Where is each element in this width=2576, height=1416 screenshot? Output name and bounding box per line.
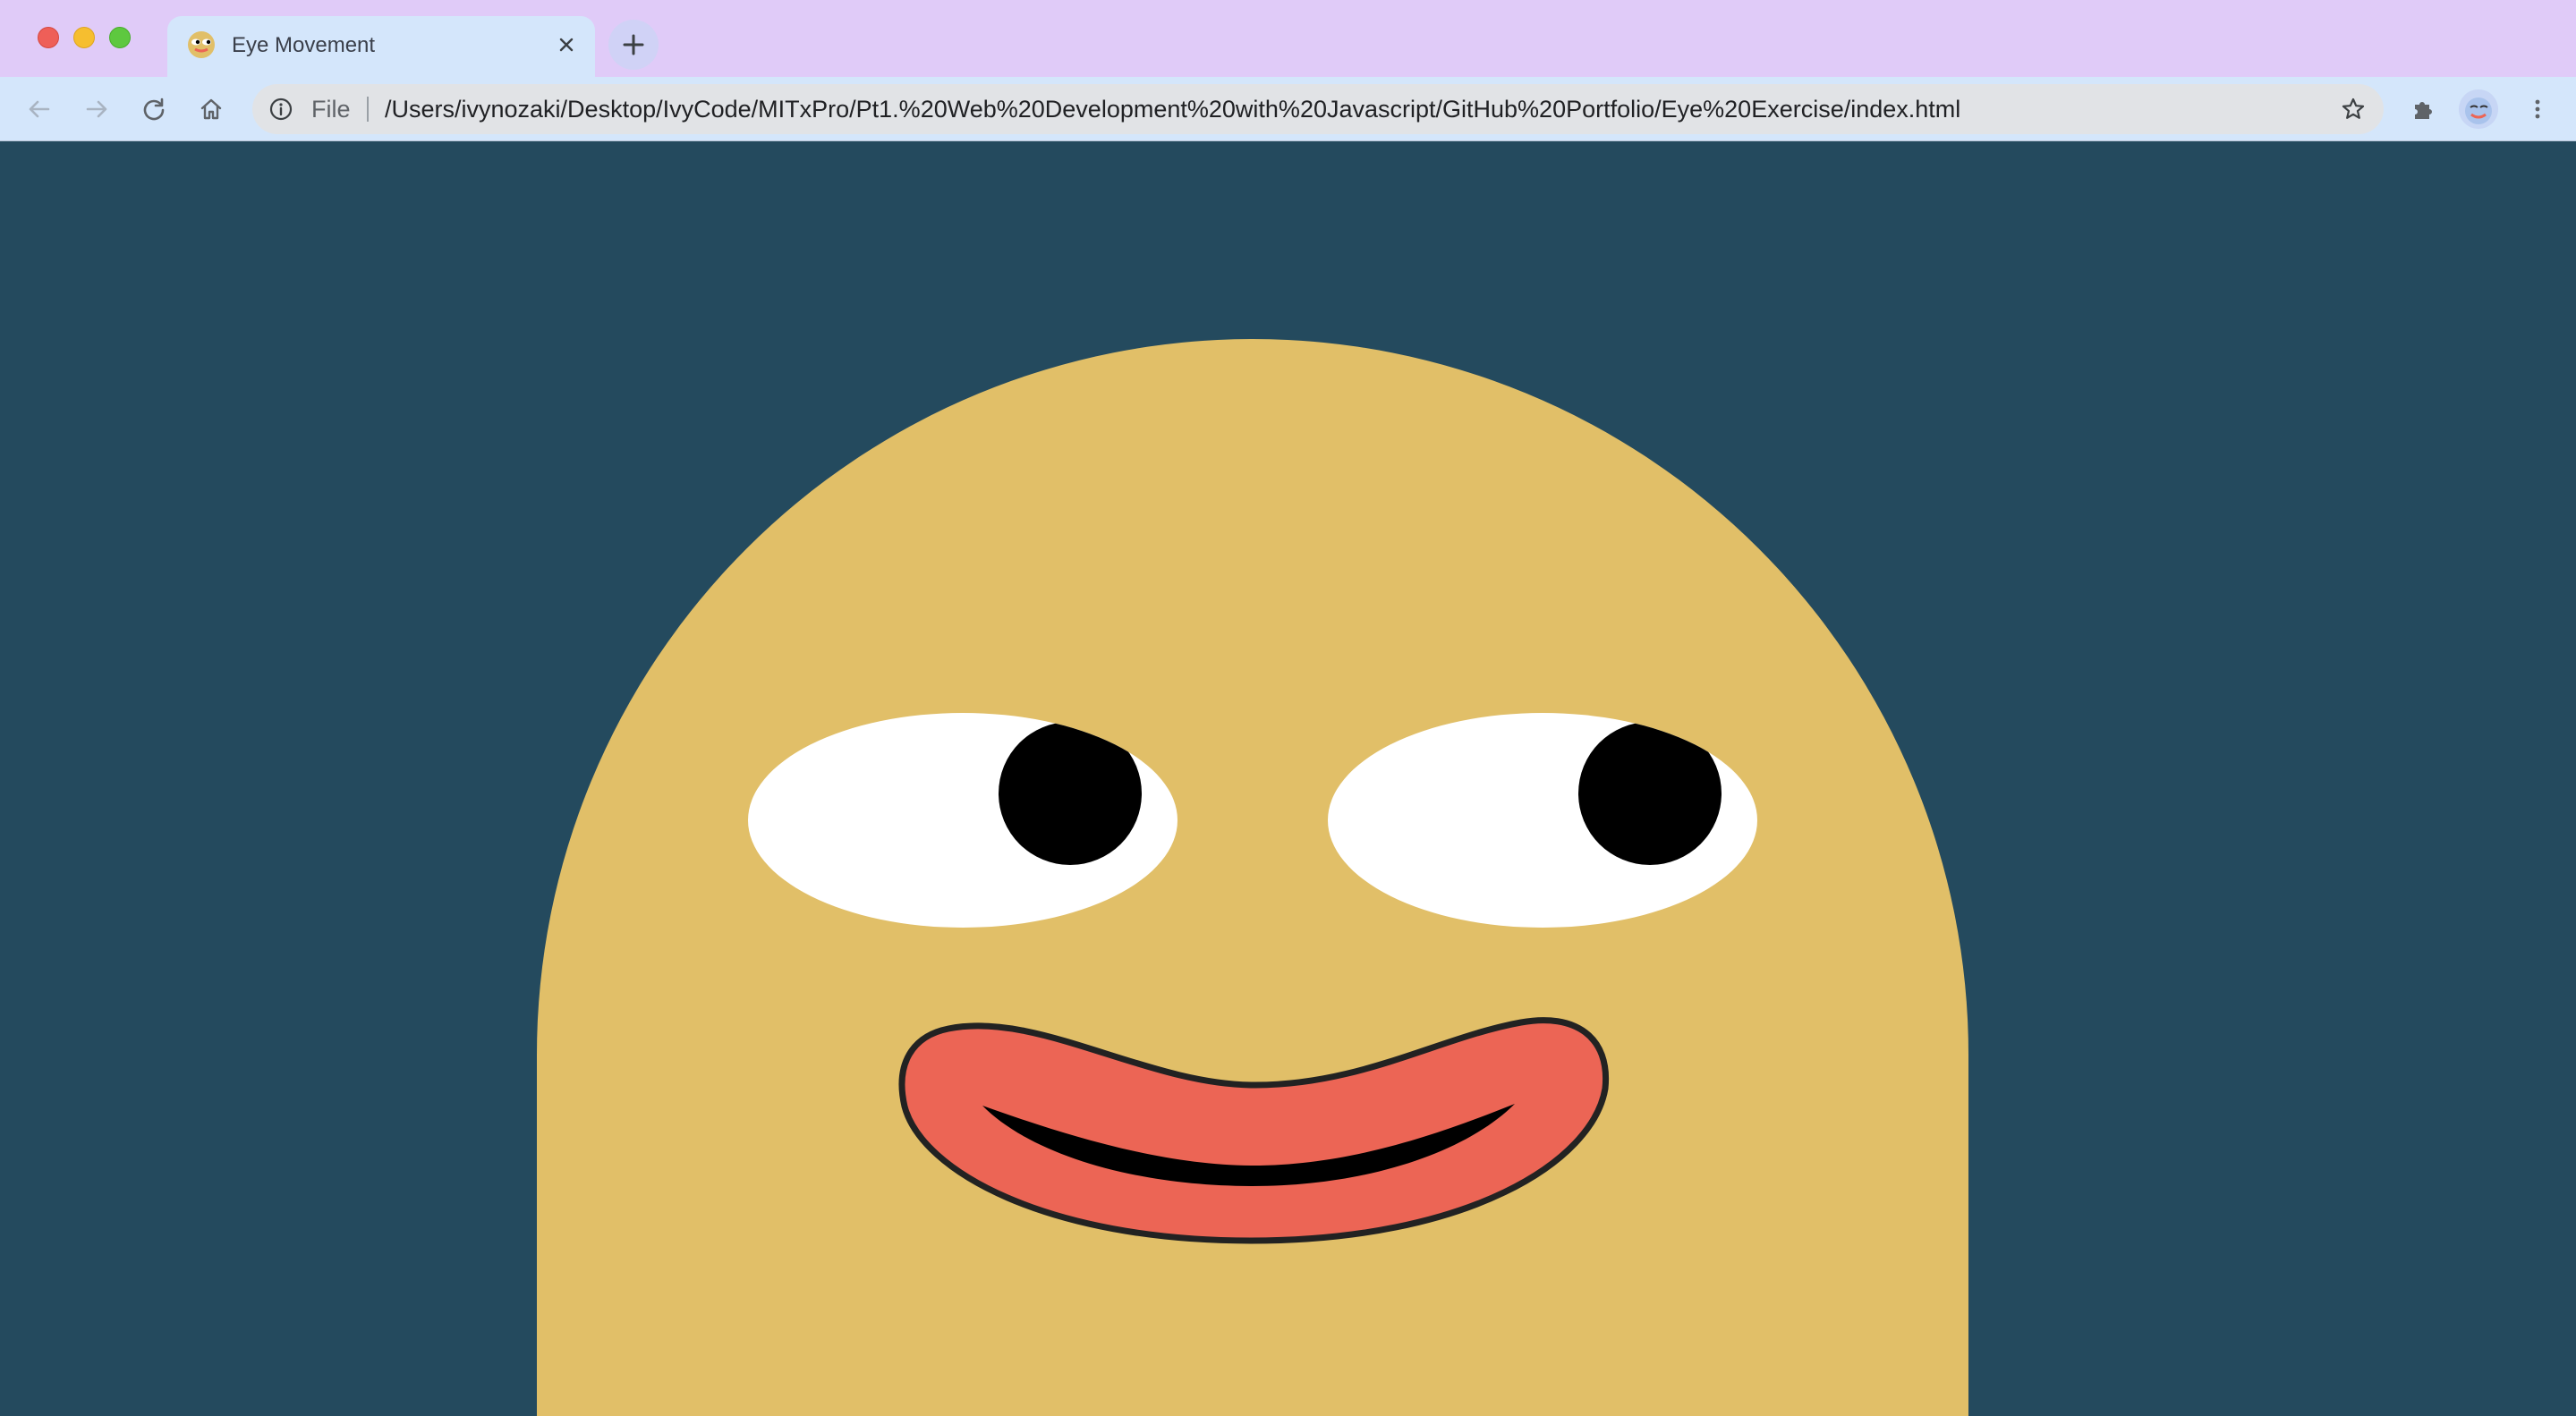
arrow-left-icon <box>29 100 50 118</box>
close-icon <box>559 38 574 52</box>
info-icon[interactable] <box>268 97 293 122</box>
left-eye <box>748 713 1177 928</box>
back-button[interactable] <box>21 91 57 127</box>
tab-strip: Eye Movement <box>0 0 2576 77</box>
plus-icon <box>623 34 644 55</box>
forward-button[interactable] <box>79 91 115 127</box>
star-icon[interactable] <box>2341 97 2366 122</box>
arrow-right-icon <box>86 100 107 118</box>
face-favicon-icon <box>188 31 215 58</box>
minimize-window-button[interactable] <box>73 27 95 48</box>
reload-icon <box>143 98 165 121</box>
puzzle-icon <box>2415 102 2432 119</box>
new-tab-button[interactable] <box>608 20 659 70</box>
close-window-button[interactable] <box>38 27 59 48</box>
reload-button[interactable] <box>136 91 172 127</box>
maximize-window-button[interactable] <box>109 27 131 48</box>
browser-window: Eye Movement File /Users/ivynozaki/Deskt… <box>0 0 2576 1416</box>
profile-button[interactable] <box>2459 89 2498 129</box>
page-content <box>0 142 2576 1416</box>
face-canvas <box>0 142 2576 1416</box>
extensions-button[interactable] <box>2405 91 2441 127</box>
home-button[interactable] <box>193 91 229 127</box>
right-eye <box>1328 713 1757 928</box>
address-bar[interactable]: File /Users/ivynozaki/Desktop/IvyCode/MI… <box>252 84 2384 134</box>
home-icon <box>200 98 222 120</box>
browser-menu-button[interactable] <box>2520 91 2555 127</box>
kebab-menu-icon <box>2535 99 2540 119</box>
url-text[interactable]: /Users/ivynozaki/Desktop/IvyCode/MITxPro… <box>385 96 1960 123</box>
tab-eye-movement[interactable]: Eye Movement <box>167 16 595 77</box>
tab-title: Eye Movement <box>232 33 376 57</box>
tab-close-button[interactable] <box>552 30 581 59</box>
url-scheme: File <box>311 96 351 123</box>
browser-toolbar: File /Users/ivynozaki/Desktop/IvyCode/MI… <box>0 77 2576 141</box>
url-divider <box>367 97 369 122</box>
avatar-icon <box>2459 89 2498 129</box>
